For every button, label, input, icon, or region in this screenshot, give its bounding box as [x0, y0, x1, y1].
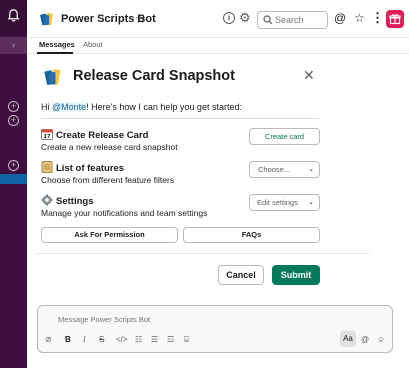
- blockquote-icon[interactable]: ☲: [167, 335, 174, 344]
- info-icon[interactable]: i: [223, 12, 235, 24]
- conversation-tabs: Messages About: [27, 38, 409, 54]
- section-divider: [41, 118, 319, 119]
- svg-text:17: 17: [44, 134, 51, 140]
- create-release-card-title: Create Release Card: [56, 130, 149, 141]
- code-icon[interactable]: </>: [116, 335, 128, 344]
- message-input[interactable]: [58, 312, 358, 326]
- calendar-icon: 17: [41, 129, 53, 140]
- footer-divider: [35, 253, 370, 254]
- formatting-toggle[interactable]: Aa: [340, 331, 356, 347]
- search-icon: [263, 15, 273, 25]
- greeting-suffix: ! Here's how I can help you get started:: [86, 102, 242, 112]
- message-composer: ⊘ B I S </> ☷ ☰ ☲ ⌸ Aa @ ☺: [37, 305, 393, 353]
- add-dm-icon[interactable]: +: [8, 115, 19, 126]
- mentions-icon[interactable]: @: [334, 11, 346, 25]
- active-conversation-indicator[interactable]: [0, 174, 27, 184]
- close-icon[interactable]: ✕: [303, 67, 315, 84]
- app-logo-icon: [44, 69, 61, 85]
- workspace-rail: › + + +: [0, 0, 27, 368]
- add-app-icon[interactable]: +: [8, 160, 19, 171]
- attach-icon[interactable]: ⊘: [45, 335, 52, 344]
- chevron-down-icon: ⌄: [308, 166, 314, 173]
- greeting-prefix: Hi: [41, 102, 52, 112]
- section-title: List of features: [41, 161, 124, 174]
- create-release-card-description: Create a new release card snapshot: [41, 142, 178, 152]
- feature-filter-select[interactable]: Choose... ⌄: [249, 161, 320, 178]
- emoji-icon[interactable]: ☺: [377, 335, 385, 344]
- numbered-list-icon[interactable]: ☷: [135, 335, 142, 344]
- edit-settings-select[interactable]: Edit settings ⌄: [249, 194, 320, 211]
- more-options-icon[interactable]: ⋮: [371, 10, 384, 26]
- section-title: 17 Create Release Card: [41, 128, 148, 141]
- saved-items-icon[interactable]: ☆: [354, 11, 365, 25]
- strikethrough-icon[interactable]: S: [99, 335, 104, 344]
- tab-messages[interactable]: Messages: [39, 40, 75, 49]
- faqs-button[interactable]: FAQs: [183, 227, 320, 243]
- ask-for-permission-button[interactable]: Ask For Permission: [41, 227, 178, 243]
- bullet-list-icon[interactable]: ☰: [151, 335, 158, 344]
- section-title: Settings: [41, 194, 93, 207]
- greeting-text: Hi @Monte! Here's how I can help you get…: [41, 102, 242, 112]
- ledger-icon: [41, 161, 53, 173]
- gift-icon: [389, 14, 401, 25]
- user-mention[interactable]: @Monte: [52, 102, 87, 112]
- tab-about[interactable]: About: [83, 40, 103, 49]
- search-box[interactable]: [257, 11, 328, 29]
- settings-title: Settings: [56, 196, 94, 207]
- channel-header: Power Scripts Bot ☆ i ⚙ @ ☆ ⋮: [27, 0, 409, 38]
- expand-sidebar-icon[interactable]: ›: [0, 37, 27, 54]
- feature-filter-value: Choose...: [258, 165, 291, 174]
- chevron-down-icon: ⌄: [308, 199, 314, 206]
- mention-icon[interactable]: @: [361, 335, 369, 344]
- release-card-modal: Release Card Snapshot ✕ Hi @Monte! Here'…: [27, 54, 401, 296]
- create-card-button[interactable]: Create card: [249, 128, 320, 145]
- search-input[interactable]: [275, 13, 325, 27]
- bell-icon[interactable]: [6, 8, 21, 23]
- modal-title: Release Card Snapshot: [73, 68, 235, 84]
- list-of-features-description: Choose from different feature filters: [41, 175, 175, 185]
- settings-description: Manage your notifications and team setti…: [41, 208, 208, 218]
- italic-icon[interactable]: I: [83, 335, 86, 344]
- bold-icon[interactable]: B: [65, 335, 71, 344]
- code-block-icon[interactable]: ⌸: [184, 335, 189, 345]
- gear-icon[interactable]: ⚙: [239, 10, 251, 26]
- gear-icon: [41, 194, 53, 206]
- cancel-button[interactable]: Cancel: [218, 265, 264, 285]
- list-of-features-title: List of features: [56, 163, 125, 174]
- add-channel-icon[interactable]: +: [8, 101, 19, 112]
- gift-button[interactable]: [386, 10, 404, 28]
- star-icon[interactable]: ☆: [135, 12, 146, 26]
- app-logo-icon: [40, 12, 53, 26]
- edit-settings-value: Edit settings: [257, 198, 298, 207]
- submit-button[interactable]: Submit: [272, 265, 320, 285]
